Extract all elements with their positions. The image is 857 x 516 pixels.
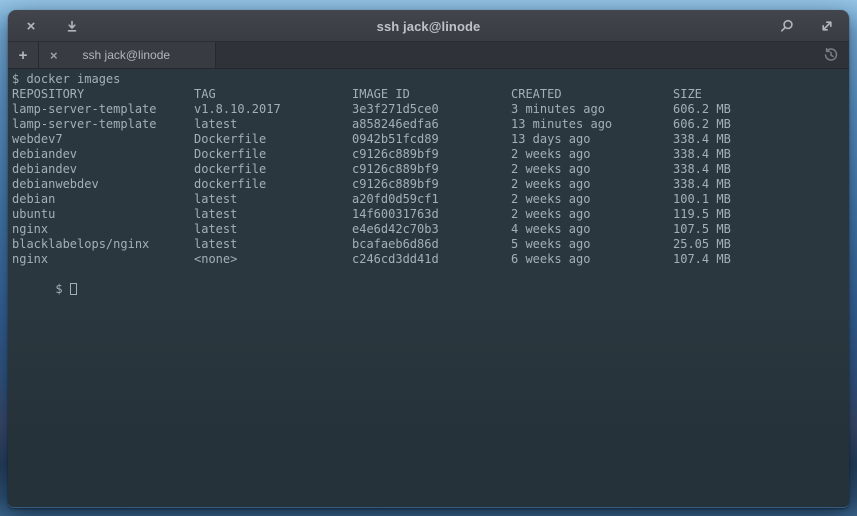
table-cell: 14f60031763d (352, 207, 439, 222)
table-cell: 4 weeks ago (511, 222, 590, 237)
table-cell: 338.4 MB (673, 177, 731, 192)
history-clock-icon (823, 47, 839, 63)
table-row: nginx latest e4e6d42c70b3 4 weeks ago 107.5 … (8, 222, 849, 237)
table-cell: debianwebdev (12, 177, 99, 192)
table-cell: c246cd3dd41d (352, 252, 439, 267)
table-cell: 2 weeks ago (511, 192, 590, 207)
tab-label: ssh jack@linode (58, 48, 215, 62)
table-cell: e4e6d42c70b3 (352, 222, 439, 237)
table-cell: dockerfile (194, 162, 266, 177)
command-line: $ docker images (8, 72, 849, 87)
table-row: blacklabelops/nginx latest bcafaeb6d86d 5 w… (8, 237, 849, 252)
tab-bar: + × ssh jack@linode (8, 42, 849, 69)
table-cell: debiandev (12, 147, 77, 162)
column-header-image-id: IMAGE ID (352, 87, 410, 102)
table-cell: latest (194, 222, 237, 237)
search-button[interactable] (778, 17, 796, 35)
table-cell: lamp-server-template (12, 102, 157, 117)
column-header-tag: TAG (194, 87, 216, 102)
table-cell: debiandev (12, 162, 77, 177)
terminal-screen[interactable]: $ docker images REPOSITORY TAG IMAGE ID … (8, 69, 849, 507)
table-cell: ubuntu (12, 207, 55, 222)
table-cell: latest (194, 192, 237, 207)
window-title: ssh jack@linode (8, 10, 849, 42)
table-cell: 2 weeks ago (511, 147, 590, 162)
table-row: lamp-server-template v1.8.10.2017 3e3f271d… (8, 102, 849, 117)
table-cell: v1.8.10.2017 (194, 102, 281, 117)
table-row: debiandev dockerfile c9126c889bf9 2 weeks a… (8, 162, 849, 177)
table-cell: latest (194, 207, 237, 222)
table-cell: dockerfile (194, 177, 266, 192)
table-cell: c9126c889bf9 (352, 162, 439, 177)
table-cell: 119.5 MB (673, 207, 731, 222)
table-row: lamp-server-template latest a858246edfa6 13… (8, 117, 849, 132)
table-cell: a20fd0d59cf1 (352, 192, 439, 207)
table-cell: nginx (12, 222, 48, 237)
table-cell: 2 weeks ago (511, 207, 590, 222)
column-header-repository: REPOSITORY (12, 87, 84, 102)
table-cell: debian (12, 192, 55, 207)
table-cell: 25.05 MB (673, 237, 731, 252)
history-button[interactable] (821, 45, 841, 65)
terminal-window: × ssh jack@linode (8, 10, 849, 508)
table-cell: webdev7 (12, 132, 63, 147)
table-cell: Dockerfile (194, 132, 266, 147)
table-cell: 13 days ago (511, 132, 590, 147)
table-cell: lamp-server-template (12, 117, 157, 132)
table-cell: c9126c889bf9 (352, 177, 439, 192)
table-cell: 13 minutes ago (511, 117, 612, 132)
table-cell: 606.2 MB (673, 117, 731, 132)
table-row: webdev7 Dockerfile 0942b51fcd89 13 days ago… (8, 132, 849, 147)
table-cell: 3 minutes ago (511, 102, 605, 117)
prompt-symbol: $ (55, 282, 62, 296)
table-cell: c9126c889bf9 (352, 147, 439, 162)
table-cell: 5 weeks ago (511, 237, 590, 252)
new-tab-button[interactable]: + (8, 42, 39, 68)
table-cell: 107.5 MB (673, 222, 731, 237)
titlebar-right-controls (778, 10, 836, 42)
table-row: nginx <none> c246cd3dd41d 6 weeks ago 107.4 … (8, 252, 849, 267)
table-cell: <none> (194, 252, 237, 267)
table-cell: 100.1 MB (673, 192, 731, 207)
table-cell: 338.4 MB (673, 162, 731, 177)
table-header-row: REPOSITORY TAG IMAGE ID CREATED SIZE (8, 87, 849, 102)
table-row: debian latest a20fd0d59cf1 2 weeks ago 100.1… (8, 192, 849, 207)
table-cell: bcafaeb6d86d (352, 237, 439, 252)
table-cell: a858246edfa6 (352, 117, 439, 132)
column-header-created: CREATED (511, 87, 562, 102)
table-row: ubuntu latest 14f60031763d 2 weeks ago 119.5… (8, 207, 849, 222)
table-cell: Dockerfile (194, 147, 266, 162)
search-icon (780, 19, 794, 33)
tab-close-button[interactable]: × (50, 49, 58, 62)
table-cell: 338.4 MB (673, 132, 731, 147)
image-table-rows: lamp-server-template v1.8.10.2017 3e3f271d… (8, 102, 849, 267)
table-cell: 107.4 MB (673, 252, 731, 267)
column-header-size: SIZE (673, 87, 702, 102)
tab-ssh-session[interactable]: × ssh jack@linode (39, 42, 216, 68)
table-cell: blacklabelops/nginx (12, 237, 149, 252)
titlebar[interactable]: × ssh jack@linode (8, 10, 849, 42)
prompt-line: $ (8, 267, 849, 282)
terminal-cursor (70, 283, 77, 295)
table-cell: 2 weeks ago (511, 177, 590, 192)
table-cell: latest (194, 117, 237, 132)
table-cell: 6 weeks ago (511, 252, 590, 267)
table-row: debiandev Dockerfile c9126c889bf9 2 weeks a… (8, 147, 849, 162)
maximize-button[interactable] (818, 17, 836, 35)
table-row: debianwebdev dockerfile c9126c889bf9 2 week… (8, 177, 849, 192)
table-cell: nginx (12, 252, 48, 267)
table-cell: 0942b51fcd89 (352, 132, 439, 147)
table-cell: 606.2 MB (673, 102, 731, 117)
table-cell: 3e3f271d5ce0 (352, 102, 439, 117)
maximize-icon (820, 19, 834, 33)
table-cell: 2 weeks ago (511, 162, 590, 177)
desktop-wallpaper: { "titlebar": { "title": "ssh jack@linod… (0, 0, 857, 516)
table-cell: 338.4 MB (673, 147, 731, 162)
table-cell: latest (194, 237, 237, 252)
